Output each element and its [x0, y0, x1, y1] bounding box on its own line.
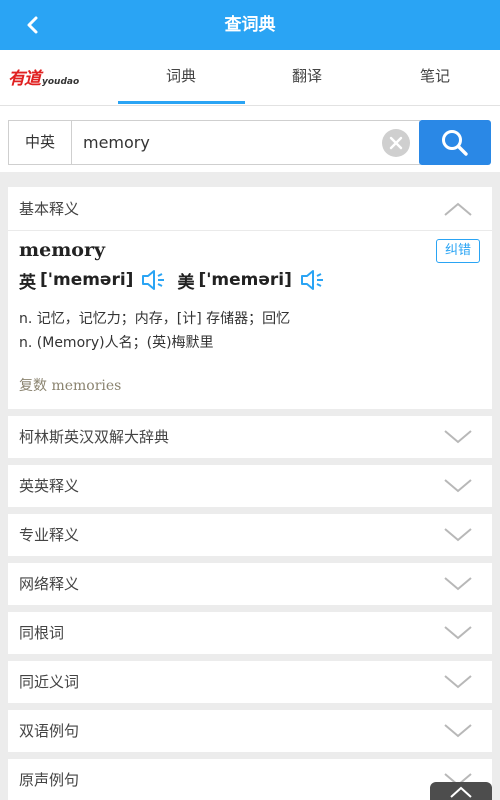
- tab-bar: 有道 youdao 词典 翻译 笔记: [0, 50, 500, 106]
- basic-definition-header[interactable]: 基本释义: [8, 187, 492, 231]
- section-cognates[interactable]: 同根词: [8, 612, 492, 654]
- section-english-english[interactable]: 英英释义: [8, 465, 492, 507]
- chevron-down-icon: [444, 430, 472, 444]
- us-phonetic: ['meməri]: [198, 270, 292, 290]
- chevron-down-icon: [444, 675, 472, 689]
- section-original-examples[interactable]: 原声例句: [8, 759, 492, 800]
- top-bar: 查词典: [0, 0, 500, 50]
- pronunciation-row: 英 ['meməri] 美 ['meməri]: [19, 266, 336, 294]
- logo-en: youdao: [42, 77, 80, 87]
- scroll-top-icon: [450, 786, 472, 798]
- language-selector[interactable]: 中英: [9, 121, 72, 164]
- section-web[interactable]: 网络释义: [8, 563, 492, 605]
- speaker-icon[interactable]: [300, 269, 326, 291]
- section-label: 英英释义: [19, 477, 80, 495]
- tab-notes[interactable]: 笔记: [370, 50, 500, 106]
- search-box: 中英 memory: [8, 120, 420, 165]
- section-label: 网络释义: [19, 575, 80, 593]
- section-label: 双语例句: [19, 722, 80, 740]
- section-professional[interactable]: 专业释义: [8, 514, 492, 556]
- page-title: 查词典: [224, 15, 276, 35]
- definition-line: n. 记忆，记忆力；内存，[计] 存储器；回忆: [19, 311, 291, 327]
- section-label: 同根词: [19, 624, 65, 642]
- chevron-up-icon[interactable]: [442, 200, 474, 218]
- section-label: 同近义词: [19, 673, 80, 691]
- uk-label: 英: [19, 272, 36, 293]
- chevron-down-icon: [444, 626, 472, 640]
- search-icon: [442, 129, 468, 156]
- section-synonyms[interactable]: 同近义词: [8, 661, 492, 703]
- search-button[interactable]: [419, 120, 491, 165]
- us-label: 美: [177, 272, 195, 293]
- clear-button[interactable]: [382, 129, 410, 157]
- section-bilingual-examples[interactable]: 双语例句: [8, 710, 492, 752]
- chevron-down-icon: [444, 724, 472, 738]
- section-label: 专业释义: [19, 526, 80, 544]
- active-tab-indicator: [118, 101, 245, 104]
- section-label: 柯林斯英汉双解大辞典: [19, 428, 170, 446]
- chevron-down-icon: [444, 528, 472, 542]
- uk-phonetic: ['meməri]: [40, 270, 134, 290]
- section-label: 基本释义: [19, 200, 80, 218]
- youdao-logo: 有道 youdao: [8, 64, 80, 89]
- tab-dictionary[interactable]: 词典: [118, 50, 244, 106]
- definitions: n. 记忆，记忆力；内存，[计] 存储器；回忆 n. (Memory)人名；(英…: [19, 307, 290, 355]
- scroll-top-button[interactable]: [430, 782, 492, 800]
- chevron-down-icon: [444, 479, 472, 493]
- section-label: 原声例句: [19, 771, 80, 789]
- clear-icon: [389, 136, 403, 150]
- plural-form: 复数 memories: [19, 378, 122, 394]
- definition-line: n. (Memory)人名；(英)梅默里: [19, 335, 214, 351]
- logo-cn: 有道: [8, 69, 41, 89]
- chevron-down-icon: [444, 577, 472, 591]
- search-input[interactable]: memory: [83, 121, 150, 164]
- basic-definition-card: 基本释义 memory 纠错 英 ['meməri] 美 ['meməri] n…: [8, 187, 492, 409]
- tab-translate[interactable]: 翻译: [244, 50, 370, 106]
- section-collins[interactable]: 柯林斯英汉双解大辞典: [8, 416, 492, 458]
- headword: memory: [19, 239, 106, 261]
- speaker-icon[interactable]: [141, 269, 167, 291]
- report-error-button[interactable]: 纠错: [436, 239, 480, 263]
